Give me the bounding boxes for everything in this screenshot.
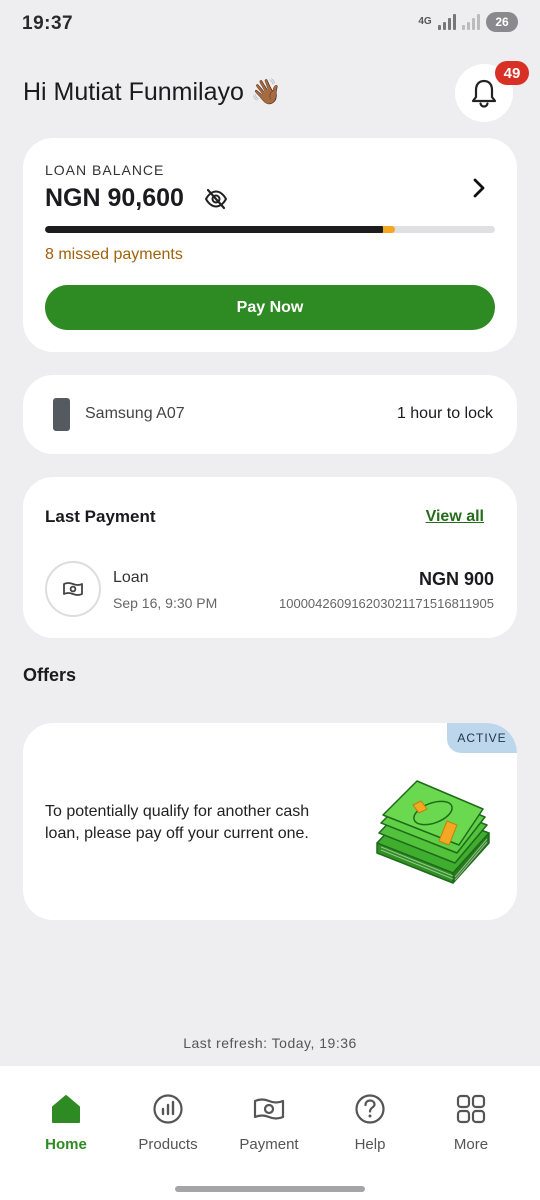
eye-off-icon[interactable] — [204, 187, 228, 211]
payment-reference: 100004260916203021171516811905 — [279, 596, 494, 611]
view-all-link[interactable]: View all — [426, 508, 484, 526]
money-icon — [253, 1098, 285, 1120]
loan-amount: NGN 90,600 — [45, 184, 184, 212]
payment-type: Loan — [113, 569, 149, 586]
offer-text: To potentially qualify for another cash … — [45, 803, 310, 842]
loan-balance-label: LOAN BALANCE — [45, 162, 165, 178]
offer-card[interactable]: ACTIVE To potentially qualify for anothe… — [23, 723, 517, 920]
loan-progress-fill — [45, 226, 385, 233]
bell-icon — [471, 79, 497, 108]
active-badge: ACTIVE — [447, 723, 517, 753]
chart-icon — [153, 1094, 183, 1124]
loan-progress-marker — [382, 226, 395, 233]
battery-icon: 26 — [486, 12, 518, 32]
status-bar: 19:37 4G 26 — [0, 0, 540, 50]
missed-payments-text: 8 missed payments — [45, 246, 183, 263]
pay-now-button[interactable]: Pay Now — [45, 285, 495, 330]
home-indicator[interactable] — [175, 1186, 365, 1192]
notification-badge: 49 — [495, 61, 529, 85]
nav-home-label: Home — [45, 1136, 87, 1153]
device-name: Samsung A07 — [85, 405, 185, 422]
greeting-text: Hi Mutiat Funmilayo 👋🏾 — [23, 78, 282, 106]
last-payment-card: Last Payment View all Loan Sep 16, 9:30 … — [23, 477, 517, 638]
nav-help-label: Help — [354, 1136, 386, 1153]
offers-heading: Offers — [23, 665, 77, 685]
loan-balance-card[interactable]: LOAN BALANCE NGN 90,600 8 missed payment… — [23, 138, 517, 352]
status-icons: 4G 26 — [418, 12, 518, 32]
signal-icon-secondary — [462, 14, 480, 30]
last-refresh-text: Last refresh: Today, 19:36 — [183, 1035, 357, 1051]
grid-icon — [456, 1094, 486, 1124]
home-icon — [52, 1095, 80, 1123]
payment-amount: NGN 900 — [418, 569, 494, 589]
phone-icon — [53, 398, 70, 431]
payment-date: Sep 16, 9:30 PM — [113, 595, 218, 611]
cash-stack-illustration — [376, 780, 490, 884]
status-time: 19:37 — [22, 13, 74, 34]
device-card[interactable]: Samsung A07 1 hour to lock — [23, 375, 517, 454]
money-icon — [63, 582, 83, 596]
lock-status: 1 hour to lock — [396, 405, 493, 422]
nav-products-label: Products — [138, 1136, 198, 1153]
nav-more-label: More — [453, 1136, 489, 1153]
loan-progress-bar — [45, 226, 495, 233]
bottom-navigation: Home Products Payment Help More — [0, 1066, 540, 1200]
network-type: 4G — [418, 16, 432, 27]
signal-icon — [438, 14, 456, 30]
help-icon — [355, 1094, 385, 1124]
payment-type-icon — [45, 561, 101, 617]
loan-amount-row: NGN 90,600 — [45, 184, 228, 213]
last-payment-title: Last Payment — [45, 507, 156, 526]
chevron-right-icon[interactable] — [469, 176, 489, 200]
nav-payment-label: Payment — [239, 1136, 299, 1153]
